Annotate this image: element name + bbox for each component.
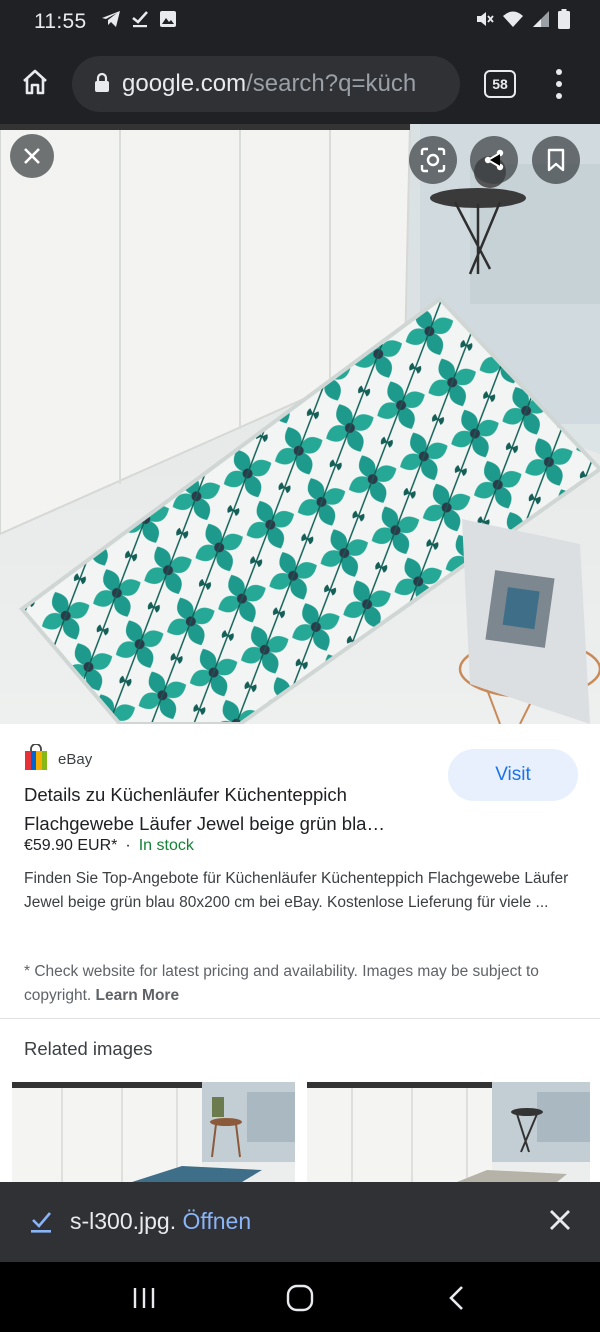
home-icon <box>20 67 50 102</box>
recents-icon <box>133 1288 155 1308</box>
share-icon <box>482 148 506 172</box>
image-icon <box>159 10 177 34</box>
ebay-logo-icon <box>24 743 48 775</box>
mute-icon <box>474 9 494 35</box>
back-button[interactable] <box>446 1285 466 1316</box>
disclaimer: * Check website for latest pricing and a… <box>24 960 574 1007</box>
result-title[interactable]: Details zu Küchenläufer Küchenteppich Fl… <box>24 780 434 838</box>
tab-switcher-button[interactable]: 58 <box>484 70 516 98</box>
price-separator: · <box>125 837 131 854</box>
related-images-heading: Related images <box>24 1038 153 1059</box>
visit-button[interactable]: Visit <box>448 749 578 801</box>
close-icon <box>23 147 41 165</box>
download-check-icon <box>131 10 149 34</box>
recent-apps-button[interactable] <box>132 1286 156 1315</box>
related-image-2 <box>307 1082 590 1182</box>
url-path: /search?q=küch <box>246 70 417 97</box>
result-description: Finden Sie Top-Angebote für Küchenläufer… <box>24 870 569 911</box>
divider <box>0 1018 600 1019</box>
wifi-icon <box>502 10 524 34</box>
stock-status: In stock <box>138 837 194 854</box>
signal-icon <box>532 10 550 34</box>
home-circle-icon <box>286 1284 314 1312</box>
status-time: 11:55 <box>34 10 87 33</box>
home-button[interactable] <box>0 44 70 124</box>
source-name: eBay <box>58 751 93 768</box>
rug-photo <box>0 124 600 724</box>
download-open-link[interactable]: Öffnen <box>183 1208 252 1234</box>
download-dismiss-button[interactable] <box>544 1206 576 1238</box>
home-nav-button[interactable] <box>286 1284 314 1317</box>
download-bar: s-l300.jpg. Öffnen <box>0 1182 600 1262</box>
close-preview-button[interactable] <box>10 134 54 178</box>
bookmark-icon <box>546 148 566 172</box>
related-image-thumbnail[interactable] <box>12 1082 295 1182</box>
related-image-1 <box>12 1082 295 1182</box>
system-navigation-bar <box>0 1262 600 1332</box>
url-host: google.com <box>122 70 247 97</box>
learn-more-link[interactable]: Learn More <box>96 987 180 1004</box>
lens-button[interactable] <box>409 136 457 184</box>
related-image-thumbnail[interactable] <box>307 1082 590 1182</box>
preview-image[interactable] <box>0 124 600 724</box>
save-bookmark-button[interactable] <box>532 136 580 184</box>
download-message: s-l300.jpg. Öffnen <box>70 1208 251 1235</box>
source-row[interactable]: eBay <box>24 743 93 775</box>
menu-dot <box>556 69 562 75</box>
menu-dot <box>556 93 562 99</box>
price-row: €59.90 EUR* · In stock <box>24 837 194 855</box>
close-icon <box>549 1209 571 1236</box>
download-complete-icon <box>30 1210 52 1239</box>
url-text: google.com/search?q=küch <box>122 70 416 98</box>
menu-dot <box>556 81 562 87</box>
lock-icon <box>94 72 110 97</box>
telegram-icon <box>101 10 121 34</box>
browser-toolbar: google.com/search?q=küch 58 <box>0 44 600 124</box>
back-icon <box>449 1286 463 1310</box>
share-button[interactable] <box>470 136 518 184</box>
more-menu-button[interactable] <box>548 66 570 102</box>
lens-icon <box>420 147 446 173</box>
price: €59.90 EUR* <box>24 837 118 854</box>
download-filename: s-l300.jpg. <box>70 1208 177 1234</box>
battery-icon <box>558 9 570 35</box>
status-bar: 11:55 <box>0 0 600 44</box>
address-bar[interactable]: google.com/search?q=küch <box>72 56 460 112</box>
